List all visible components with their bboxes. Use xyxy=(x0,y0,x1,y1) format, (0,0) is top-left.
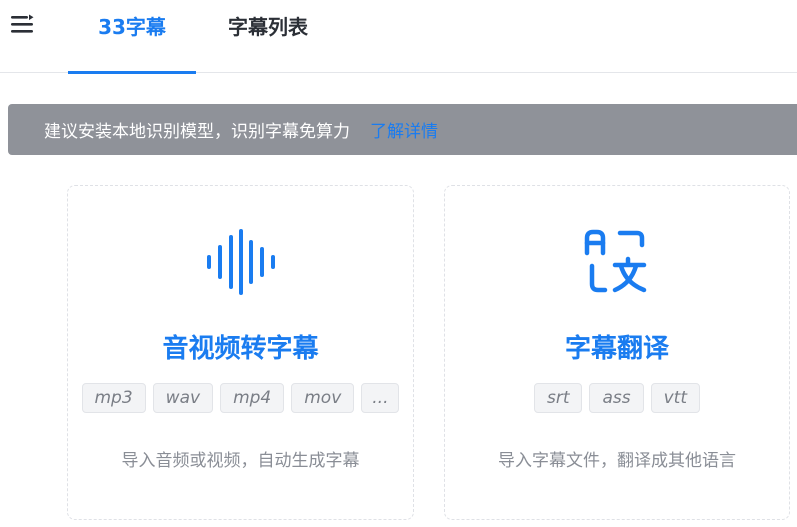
card-subtitle-translation[interactable]: 字幕翻译 srt ass vtt 导入字幕文件，翻译成其他语言 xyxy=(444,185,790,520)
card-title: 字幕翻译 xyxy=(564,334,669,364)
notice-banner: 建议安装本地识别模型，识别字幕免算力 了解详情 xyxy=(8,104,797,155)
banner-text: 建议安装本地识别模型，识别字幕免算力 xyxy=(44,122,350,142)
card-title: 音视频转字幕 xyxy=(162,334,319,364)
app-root: 33字幕 字幕列表 建议安装本地识别模型，识别字幕免算力 了解详情 音视频转字幕… xyxy=(0,0,797,527)
format-tag: ass xyxy=(589,383,644,413)
card-media-to-subtitle[interactable]: 音视频转字幕 mp3 wav mp4 mov ... 导入音频或视频，自动生成字… xyxy=(67,185,414,520)
format-tags: mp3 wav mp4 mov ... xyxy=(68,383,413,413)
format-tag: vtt xyxy=(650,383,701,413)
tab-33-subtitles[interactable]: 33字幕 xyxy=(68,0,196,74)
card-description: 导入音频或视频，自动生成字幕 xyxy=(121,451,360,471)
format-tag: srt xyxy=(533,383,583,413)
format-tag: mp3 xyxy=(81,383,146,413)
menu-toggle-button[interactable] xyxy=(10,12,36,36)
tab-label: 33字幕 xyxy=(98,15,166,39)
tab-subtitle-list[interactable]: 字幕列表 xyxy=(212,0,324,73)
format-tag-more: ... xyxy=(361,383,400,413)
audio-waveform-icon xyxy=(205,229,277,299)
format-tags: srt ass vtt xyxy=(445,383,789,413)
format-tag: wav xyxy=(152,383,214,413)
format-tag: mp4 xyxy=(220,383,285,413)
tab-label: 字幕列表 xyxy=(228,15,308,39)
card-description: 导入字幕文件，翻译成其他语言 xyxy=(498,451,736,471)
menu-collapse-icon xyxy=(11,14,34,33)
top-nav: 33字幕 字幕列表 xyxy=(0,0,797,74)
learn-more-link[interactable]: 了解详情 xyxy=(370,117,438,142)
translate-icon xyxy=(584,229,650,299)
format-tag: mov xyxy=(291,383,355,413)
